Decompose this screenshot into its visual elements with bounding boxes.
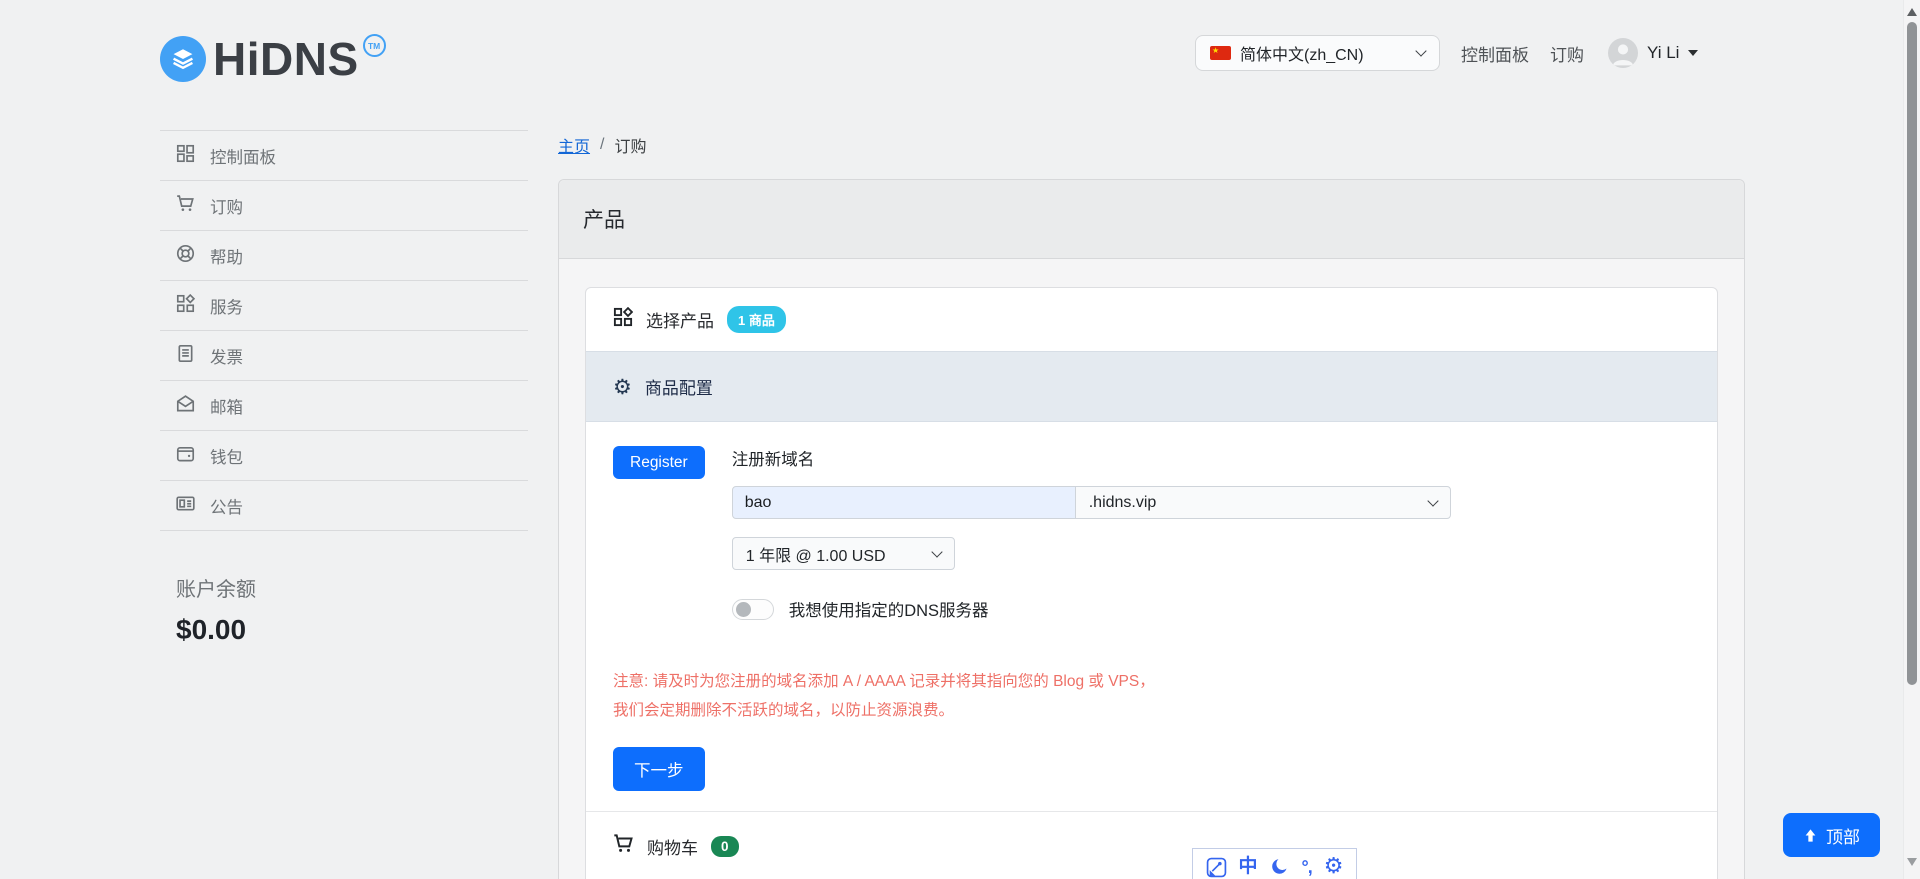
gear-icon: ⚙ bbox=[613, 374, 632, 399]
tld-select-value: .hidns.vip bbox=[1088, 493, 1157, 511]
notice-line-2: 我们会定期删除不活跃的域名，以防止资源浪费。 bbox=[613, 702, 955, 719]
back-to-top-button[interactable]: 顶部 bbox=[1783, 813, 1880, 857]
ime-panel-icon[interactable] bbox=[1206, 856, 1227, 878]
scrollbar-thumb[interactable] bbox=[1907, 22, 1917, 685]
next-step-button[interactable]: 下一步 bbox=[613, 747, 705, 791]
punctuation-icon[interactable]: °, bbox=[1302, 856, 1313, 878]
language-selector[interactable]: ★ 简体中文(zh_CN) bbox=[1195, 35, 1440, 71]
moon-icon[interactable] bbox=[1270, 856, 1290, 878]
sidebar-item-order[interactable]: 订购 bbox=[160, 181, 528, 231]
chevron-down-icon bbox=[931, 546, 943, 558]
cart-icon bbox=[176, 194, 195, 218]
breadcrumb-current: 订购 bbox=[614, 139, 647, 156]
user-menu[interactable]: Yi Li bbox=[1608, 38, 1699, 68]
sidebar-item-wallet[interactable]: 钱包 bbox=[160, 431, 528, 481]
brand-name: HiDNS bbox=[213, 33, 359, 85]
domain-input[interactable] bbox=[731, 486, 1076, 519]
header-right: ★ 简体中文(zh_CN) 控制面板 订购 Yi Li bbox=[1195, 35, 1699, 71]
breadcrumb: 主页 / 订购 bbox=[558, 133, 1745, 157]
caret-down-icon bbox=[1688, 50, 1699, 56]
cart-section-header[interactable]: 购物车 0 bbox=[586, 811, 1717, 879]
back-to-top-label: 顶部 bbox=[1826, 827, 1860, 847]
notice-line-1: 注意: 请及时为您注册的域名添加 A / AAAA 记录并将其指向您的 Blog… bbox=[613, 673, 1155, 690]
layers-icon bbox=[160, 36, 206, 82]
sidebar: 控制面板 订购 帮助 服务 发票 邮箱 钱包 公告 账户余额 $0.00 bbox=[160, 100, 528, 646]
dns-toggle-label: 我想使用指定的DNS服务器 bbox=[788, 602, 989, 620]
order-accordion: 选择产品 1 商品 ⚙ 商品配置 Register 注册新域名 bao .hid… bbox=[585, 287, 1718, 879]
account-balance-value: $0.00 bbox=[176, 614, 247, 645]
wallet-icon bbox=[176, 444, 195, 468]
avatar bbox=[1608, 38, 1638, 68]
envelope-open-icon bbox=[176, 394, 195, 418]
sidebar-item-dashboard[interactable]: 控制面板 bbox=[160, 131, 528, 181]
product-count-badge: 1 商品 bbox=[727, 306, 786, 333]
domain-label: 注册新域名 bbox=[731, 451, 815, 469]
breadcrumb-separator: / bbox=[600, 136, 605, 153]
cn-flag-icon: ★ bbox=[1210, 46, 1231, 60]
term-select-value: 1 年限 @ 1.00 USD bbox=[745, 547, 886, 565]
nav-order-link[interactable]: 订购 bbox=[1550, 41, 1584, 66]
sidebar-item-help[interactable]: 帮助 bbox=[160, 231, 528, 281]
sidebar-item-announcements[interactable]: 公告 bbox=[160, 481, 528, 531]
select-product-section-header[interactable]: 选择产品 1 商品 bbox=[586, 288, 1717, 351]
scroll-up-arrow-icon[interactable] bbox=[1907, 8, 1917, 16]
product-card: 产品 选择产品 1 商品 ⚙ 商品配置 Register 注册新域名 bao .… bbox=[558, 179, 1745, 879]
life-preserver-icon bbox=[176, 244, 195, 268]
tld-select[interactable]: .hidns.vip bbox=[1074, 486, 1451, 519]
category-icon bbox=[176, 293, 196, 318]
product-config-label: 商品配置 bbox=[644, 379, 713, 398]
sidebar-item-mailbox[interactable]: 邮箱 bbox=[160, 381, 528, 431]
scrollbar[interactable] bbox=[1903, 0, 1920, 879]
sidebar-item-services[interactable]: 服务 bbox=[160, 281, 528, 331]
postcard-icon bbox=[176, 494, 195, 518]
category-icon bbox=[613, 306, 634, 332]
cart-label: 购物车 bbox=[647, 838, 698, 858]
trademark-badge: TM bbox=[362, 34, 386, 57]
language-label: 简体中文(zh_CN) bbox=[1240, 47, 1364, 64]
breadcrumb-home-link[interactable]: 主页 bbox=[558, 133, 590, 157]
term-select[interactable]: 1 年限 @ 1.00 USD bbox=[731, 537, 955, 570]
select-product-label: 选择产品 bbox=[646, 312, 714, 331]
ime-toolbar: 中 °, ⚙ bbox=[1192, 848, 1357, 879]
product-config-body: Register 注册新域名 .hidns.vip bbox=[586, 422, 1717, 811]
columns-gap-icon bbox=[176, 144, 195, 168]
domain-notice: 注意: 请及时为您注册的域名添加 A / AAAA 记录并将其指向您的 Blog… bbox=[613, 667, 1690, 725]
app-logo[interactable]: HiDNS TM bbox=[160, 33, 386, 85]
receipt-icon bbox=[176, 344, 195, 368]
toggle-knob-icon bbox=[735, 601, 751, 617]
chevron-down-icon bbox=[1415, 45, 1427, 57]
page-title: 产品 bbox=[583, 209, 625, 232]
gear-icon[interactable]: ⚙ bbox=[1324, 856, 1344, 878]
chevron-down-icon bbox=[1427, 495, 1439, 507]
cart-icon bbox=[613, 833, 634, 859]
dns-toggle[interactable] bbox=[731, 598, 774, 620]
user-name: Yi Li bbox=[1647, 43, 1680, 62]
register-button[interactable]: Register bbox=[613, 446, 705, 479]
chinese-mode-icon[interactable]: 中 bbox=[1239, 856, 1258, 878]
product-config-section-header[interactable]: ⚙ 商品配置 bbox=[586, 351, 1717, 422]
product-card-header: 产品 bbox=[559, 180, 1744, 259]
scroll-down-arrow-icon[interactable] bbox=[1907, 858, 1917, 866]
arrow-up-icon bbox=[1805, 828, 1816, 842]
cart-count-badge: 0 bbox=[711, 835, 739, 857]
sidebar-item-invoices[interactable]: 发票 bbox=[160, 331, 528, 381]
nav-dashboard-link[interactable]: 控制面板 bbox=[1461, 41, 1529, 66]
account-balance-label: 账户余额 bbox=[176, 579, 256, 601]
main-content: 主页 / 订购 产品 选择产品 1 商品 ⚙ 商品配置 Register 注册新… bbox=[558, 125, 1745, 879]
